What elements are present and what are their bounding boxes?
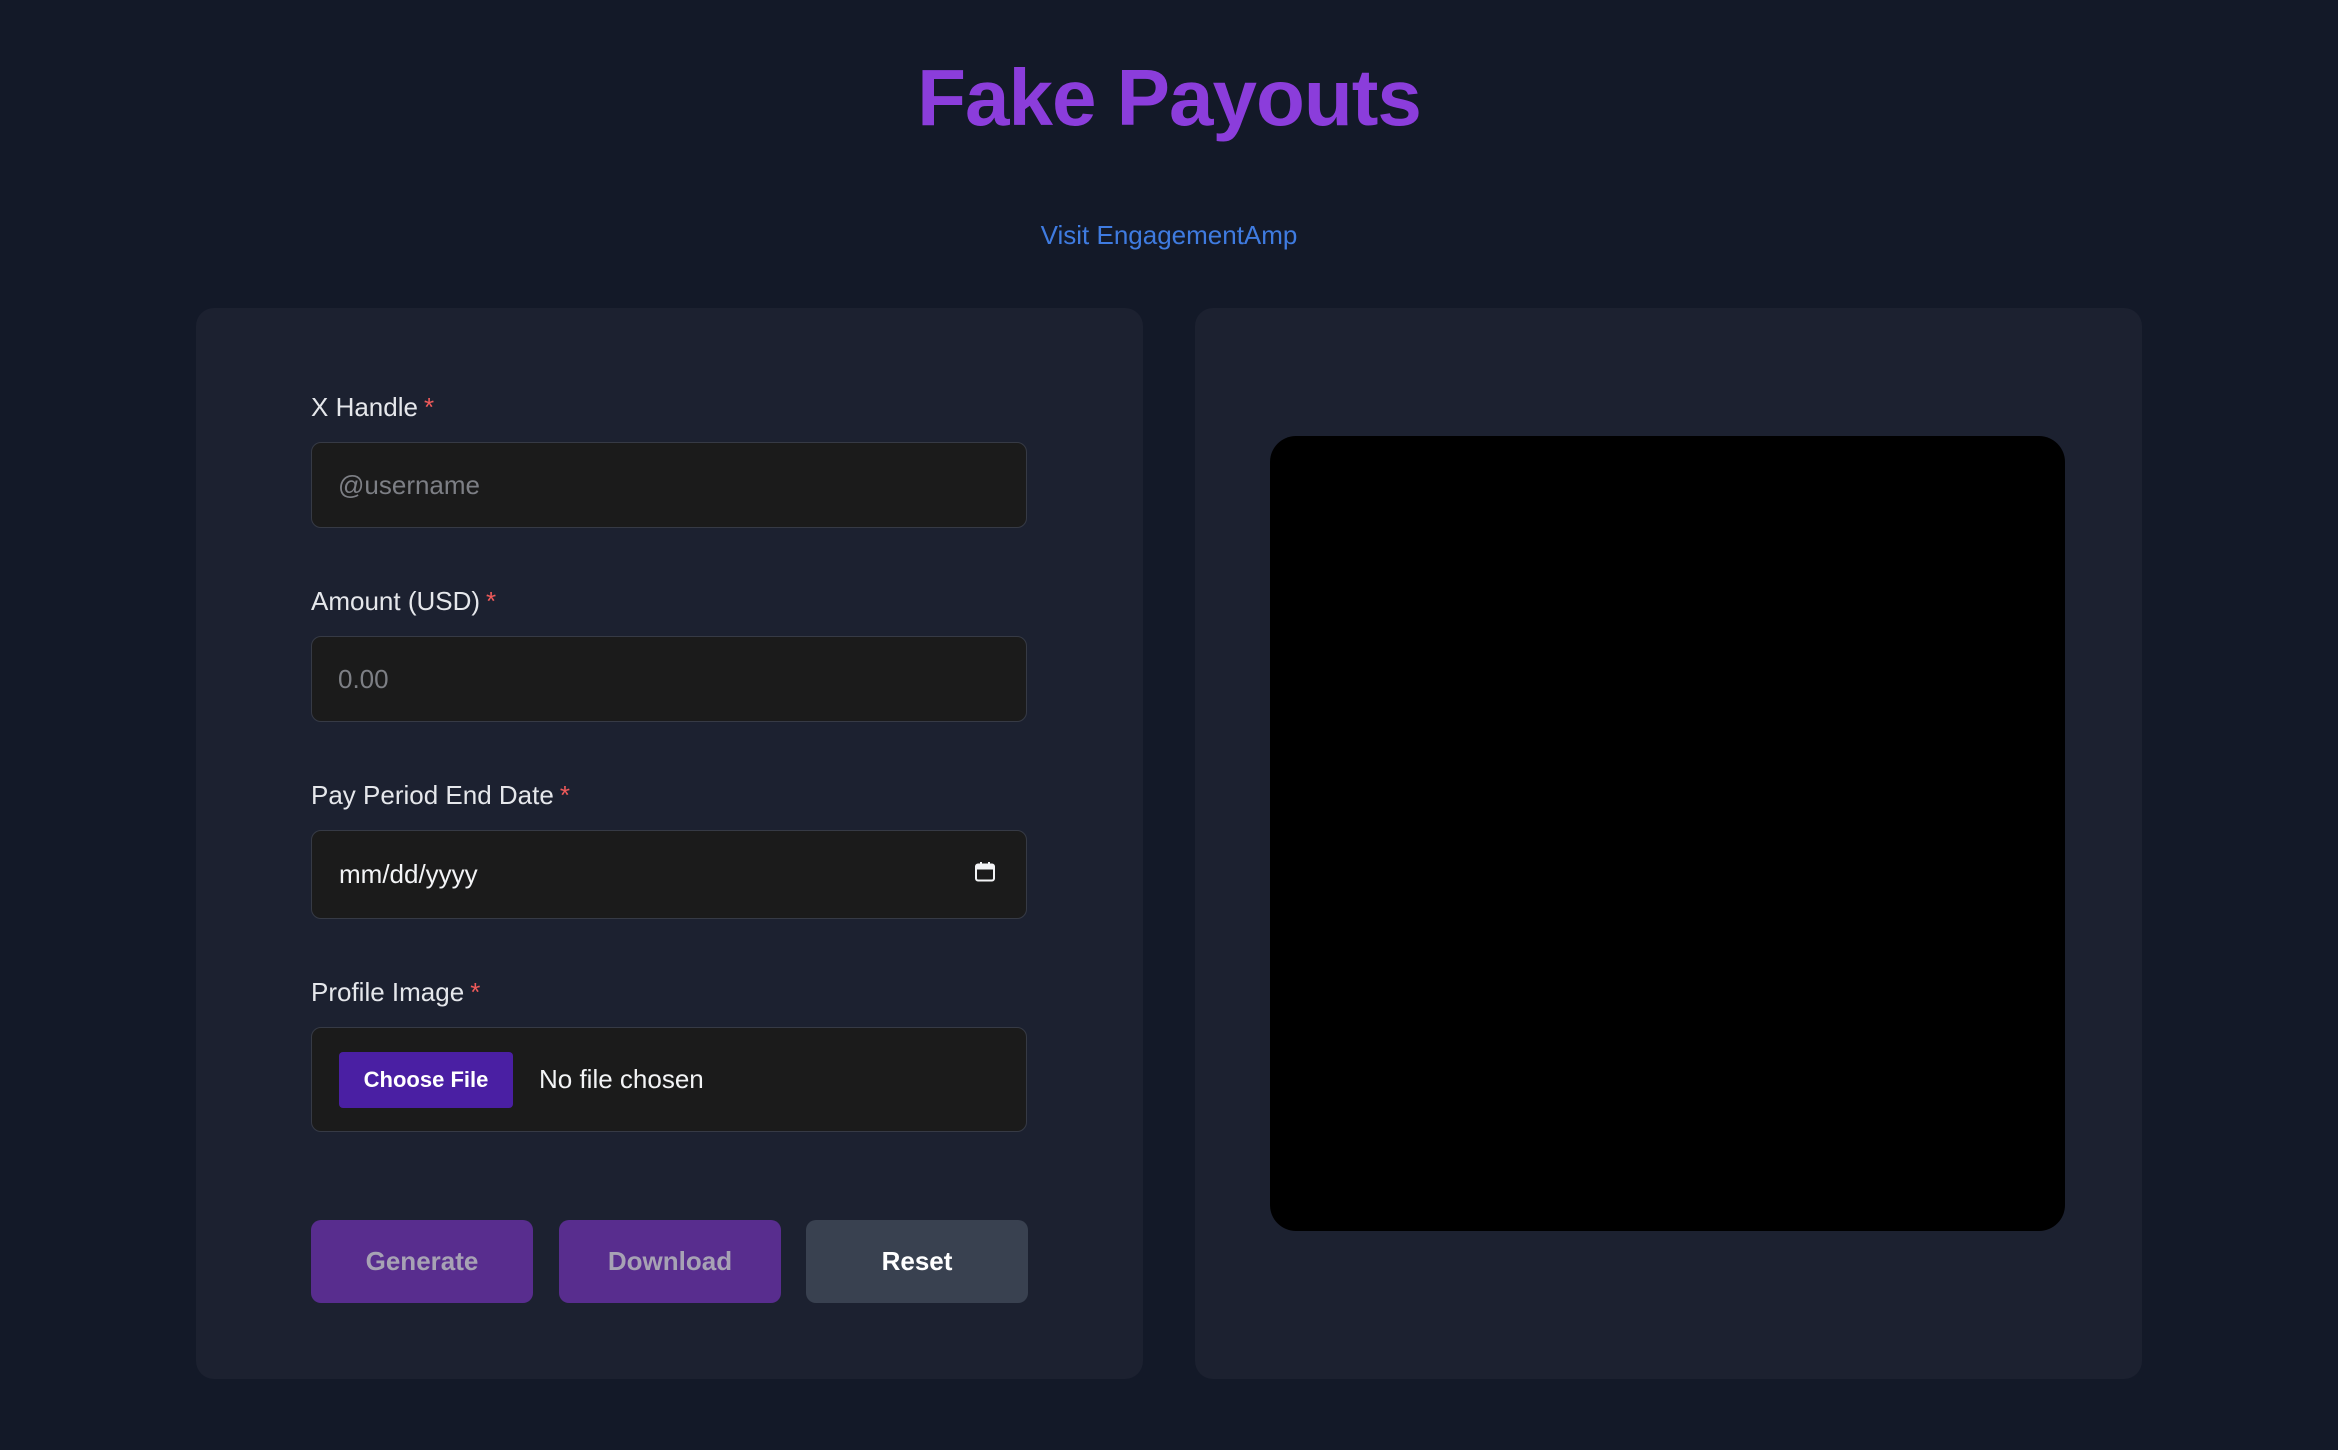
required-mark: * <box>470 977 481 1007</box>
end-date-label-text: Pay Period End Date <box>311 780 554 810</box>
form-panel: X Handle* Amount (USD)* Pay Period End D… <box>196 308 1143 1379</box>
reset-button[interactable]: Reset <box>806 1220 1028 1303</box>
amount-label: Amount (USD) * <box>311 586 496 617</box>
handle-input[interactable] <box>311 442 1027 528</box>
page-title: Fake Payouts <box>917 53 1422 142</box>
profile-image-label: Profile Image * <box>311 977 480 1008</box>
handle-label-text: X Handle <box>311 392 418 422</box>
calendar-icon[interactable] <box>974 861 996 883</box>
amount-label-text: Amount (USD) <box>311 586 481 616</box>
date-placeholder: mm/dd/yyyy <box>339 859 478 889</box>
visit-engagementamp-link[interactable]: Visit EngagementAmp <box>0 220 2338 251</box>
required-mark: * <box>486 586 497 616</box>
required-mark: * <box>559 780 570 810</box>
file-status: No file chosen <box>539 1064 704 1094</box>
handle-label: X Handle * <box>311 392 434 423</box>
profile-image-input: Choose File No file chosen <box>311 1027 1027 1132</box>
choose-file-button[interactable]: Choose File <box>339 1052 513 1108</box>
preview-canvas <box>1270 436 2065 1231</box>
end-date-label: Pay Period End Date * <box>311 780 570 811</box>
end-date-input[interactable]: mm/dd/yyyy <box>311 830 1027 919</box>
required-mark: * <box>423 392 435 422</box>
profile-image-label-text: Profile Image <box>311 977 465 1007</box>
download-button[interactable]: Download <box>559 1220 781 1303</box>
preview-panel <box>1195 308 2142 1379</box>
generate-button[interactable]: Generate <box>311 1220 533 1303</box>
amount-input[interactable] <box>311 636 1027 722</box>
